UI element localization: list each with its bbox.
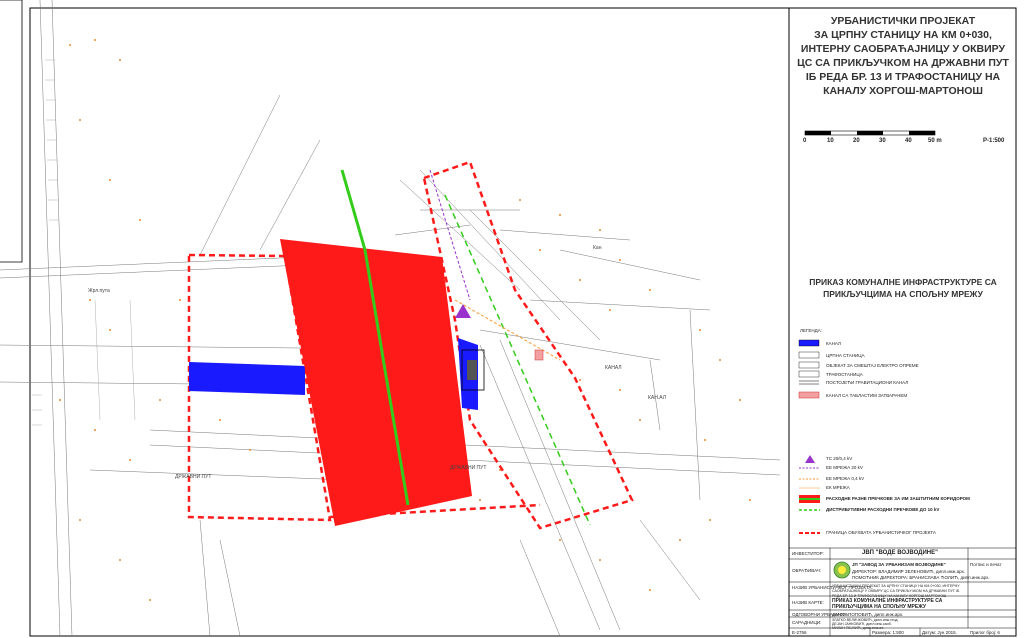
object-value: УРБАНИСТИЧКИ ПРОЈЕКАТ ЗА ЦРПНУ СТАНИЦУ Н… [832, 584, 960, 598]
scale-tick: 40 [905, 138, 912, 144]
title-line: КАНАЛУ ХОРГОШ-МАРТОНОШ [823, 85, 983, 97]
legend-item: ТРАФОСТАНИЦА [826, 372, 863, 377]
drawing-date: Датум: Јун 2015. [922, 630, 957, 635]
scale-tick: 50 m [928, 138, 942, 144]
subtitle-line: ПРИКАЗ КОМУНАЛНЕ ИНФРАСТРУКТУРЕ СА [809, 277, 997, 287]
legend-item: ГРАНИЦА ОБУХВАТА УРБАНИСТИЧКОГ ПРОЈЕКТА [826, 530, 936, 535]
drawing-number: Е-2756 [792, 630, 807, 635]
substation-icon[interactable] [455, 304, 471, 318]
map-label-canal: КАНАЛ [605, 365, 622, 371]
legend-item: ЕЕ МРЕЖА 0,4 kV [826, 476, 865, 481]
drawing-value: ПРИКАЗ КОМУНАЛНЕ ИНФРАСТРУКТУРЕ СА ПРИКЉ… [832, 598, 943, 610]
project-title: УРБАНИСТИЧКИ ПРОЈЕКАТ ЗА ЦРПНУ СТАНИЦУ Н… [791, 14, 1015, 98]
map-label-road: Жрл.пута [88, 288, 110, 294]
title-line: IБ РЕДА БР. 13 И ТРАФОСТАНИЦУ НА [805, 71, 1001, 83]
legend-item: ЕК МРЕЖА [826, 485, 850, 490]
maker-label: ОБРАЂИВАЧ: [792, 568, 822, 573]
map-label-canal: КАН.АЛ [648, 395, 666, 401]
title-line: ЦС СА ПРИКЉУЧКОМ НА ДРЖАВНИ ПУТ [797, 57, 1009, 69]
sluice-gate [534, 349, 544, 361]
left-sheet-edge [0, 0, 23, 263]
scale-bar [804, 130, 936, 136]
maker-director: ДИРЕКТОР: ВЛАДИМИР ЗЕЛЕНОВИЋ, дипл.инж.а… [852, 569, 966, 574]
power-line-corridor[interactable] [280, 239, 472, 526]
investor-label: ИНВЕСТИТОР: [792, 551, 824, 556]
maker-assistant: ПОМОЋНИК ДИРЕКТОРА: БРАНИСЛАВА ЋОЛИЋ, ди… [852, 575, 990, 580]
legend-item: ЕЕ МРЕЖА 20 kV [826, 465, 863, 470]
author-value: ДАНКА ПОПОВИЋ, дипл.инж.арх. [832, 612, 904, 617]
title-line: УРБАНИСТИЧКИ ПРОЈЕКАТ [830, 15, 976, 27]
drawing-scale: Размера: 1:500 [872, 630, 904, 635]
map-label-road: ДРЖАВНИ ПУТ [450, 465, 487, 471]
electric-building[interactable] [467, 360, 477, 380]
scale-tick: 30 [879, 138, 886, 144]
map-label-canal: Кан [593, 245, 602, 251]
legend-item: ОБЈЕКАТ ЗА СМЕШТАЈ ЕЛЕКТРО ОПРЕМЕ [826, 363, 919, 368]
legend-item: КАНАЛ СА ТАБЛАСТИМ ЗАТВАРАЧЕМ [826, 393, 908, 398]
subtitle-line: ПРИКЉУЧЦИМА НА СПОЉНУ МРЕЖУ [823, 289, 983, 299]
team-label: САРАДНИЦИ: [792, 620, 822, 625]
drawing-frame [29, 7, 1017, 637]
drawing-label: НАЗИВ КАРТЕ: [792, 600, 824, 605]
canal-area [189, 362, 305, 395]
legend-item: КАНАЛ [826, 341, 841, 346]
investor-value: ЈВП "ВОДЕ ВОЈВОДИНЕ" [862, 550, 938, 556]
map-label-road: ДРЖАВНИ ПУТ [175, 474, 212, 480]
scale-tick: 10 [827, 138, 834, 144]
legend-item: ТС 20/0,4 kV [826, 456, 853, 461]
title-line: ИНТЕРНУ САОБРАЋАЈНИЦУ У ОКВИРУ [800, 43, 1006, 55]
title-line: ЗА ЦРПНУ СТАНИЦУ НА КМ 0+030, [814, 29, 992, 41]
legend-heading: ЛЕГЕНДА: [800, 328, 822, 333]
sheet-number: Прилог број: 6 [970, 630, 1000, 635]
scale-ratio: Р-1:500 [983, 138, 1005, 144]
legend-swatches [798, 339, 820, 534]
drawing-subtitle: ПРИКАЗ КОМУНАЛНЕ ИНФРАСТРУКТУРЕ СА ПРИКЉ… [791, 276, 1015, 300]
legend-item: ЦРПНА СТАНИЦА [826, 353, 865, 358]
legend-item: ДИСТРИБУТИВНИ РАСХОДНИ ПРЕЧКОВЕ ДО 10 kV [826, 507, 940, 512]
sign-label: Потпис и печат [970, 562, 1002, 567]
legend-item: РАСХОДНЕ РАЗНЕ ПРЕЧКОВЕ ЗА ИМ ЗАШТИТНИМ … [826, 496, 970, 501]
maker-value: ЈП "ЗАВОД ЗА УРБАНИЗАМ ВОЈВОДИНЕ" [852, 562, 946, 567]
legend-item: ПОСТОЈЕЋИ ГРАВИТАЦИОНИ КАНАЛ [826, 380, 909, 385]
scale-tick: 20 [853, 138, 860, 144]
scale-tick: 0 [803, 138, 807, 144]
